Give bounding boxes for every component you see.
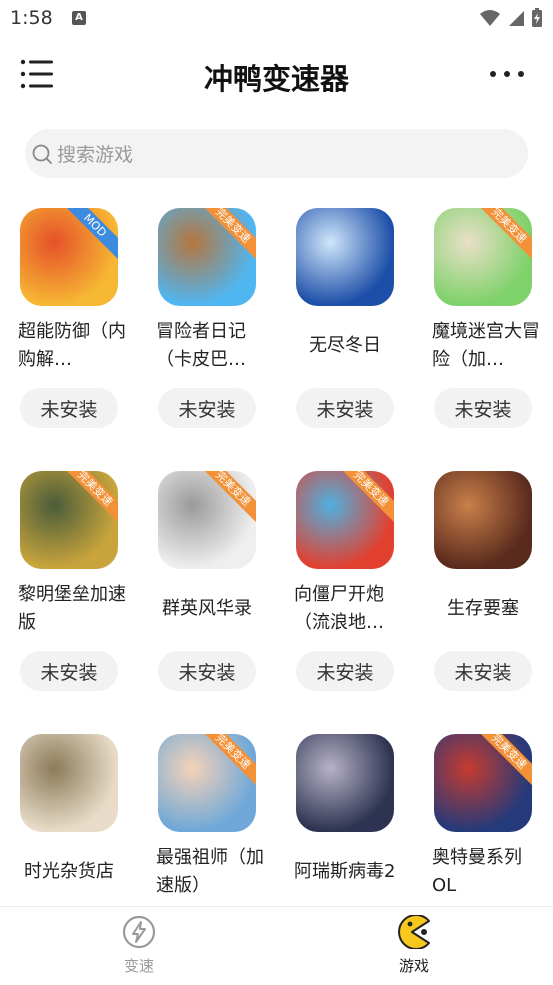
game-icon[interactable]: 完美变速 [296,471,394,569]
notification-icon: A [72,11,86,25]
game-icon[interactable]: 完美变速 [158,208,256,306]
more-options-icon[interactable] [489,64,525,84]
app-bar: 冲鸭变速器 [0,44,553,104]
gamepad-pacman-icon [398,914,430,950]
install-status-button[interactable]: 未安装 [434,388,532,428]
tab-speed-label: 变速 [123,957,154,975]
search-bar[interactable] [25,129,528,180]
game-name-text: 生存要塞 [447,598,519,619]
game-name-text: 冒险者日记（卡皮巴… [156,321,246,370]
lightning-icon [122,915,156,949]
status-icons [479,8,543,28]
game-badge: 完美变速 [471,208,532,263]
game-icon[interactable]: MOD [20,208,118,306]
install-status-button[interactable]: 未安装 [296,388,394,428]
game-name-text: 无尽冬日 [309,335,381,356]
game-badge: 完美变速 [195,734,256,789]
game-badge: 完美变速 [195,471,256,526]
game-icon[interactable]: 完美变速 [434,734,532,832]
bottom-nav: 变速 游戏 [0,906,553,985]
game-icon[interactable] [20,734,118,832]
game-icon[interactable] [296,734,394,832]
game-grid: MOD 超能防御（内购解… 未安装 完美变速 冒险者日记（卡皮巴… 未安装 无尽冬日 未安装完… [0,208,553,906]
install-status-button[interactable]: 未安装 [434,651,532,691]
tab-games[interactable]: 游戏 [369,914,459,976]
battery-icon [532,8,542,27]
game-name-text: 奥特曼系列OL [432,847,522,896]
game-name: 无尽冬日 [284,318,406,374]
install-status-button[interactable]: 未安装 [20,388,118,428]
page-title: 冲鸭变速器 [203,62,349,96]
game-name: 时光杂货店 [8,844,130,900]
game-name: 奥特曼系列OL [432,844,542,900]
game-name: 生存要塞 [422,581,544,637]
game-name-text: 黎明堡垒加速版 [18,584,126,633]
game-name: 最强祖师（加速版） [156,844,266,900]
game-icon[interactable]: 完美变速 [434,208,532,306]
game-name-text: 超能防御（内购解… [18,321,126,370]
status-bar: 1:58 A [0,0,553,36]
game-name-text: 向僵尸开炮（流浪地… [294,584,384,633]
signal-icon [509,11,524,26]
search-icon [32,144,52,164]
search-input[interactable] [55,129,509,180]
game-name: 群英风华录 [146,581,268,637]
game-icon[interactable]: 完美变速 [20,471,118,569]
game-name: 魔境迷宫大冒险（加… [432,318,542,374]
game-name: 黎明堡垒加速版 [18,581,128,637]
game-name: 超能防御（内购解… [18,318,128,374]
game-name: 阿瑞斯病毒2 [294,844,404,900]
game-name-text: 群英风华录 [162,598,252,619]
tab-speed[interactable]: 变速 [94,915,184,976]
game-name-text: 阿瑞斯病毒2 [294,861,396,882]
game-icon[interactable]: 完美变速 [158,734,256,832]
game-name: 向僵尸开炮（流浪地… [294,581,404,637]
wifi-icon [480,10,500,26]
install-status-button[interactable]: 未安装 [20,651,118,691]
status-time: 1:58 [10,7,53,29]
game-badge: 完美变速 [195,208,256,263]
game-icon[interactable]: 完美变速 [158,471,256,569]
install-status-button[interactable]: 未安装 [158,388,256,428]
install-status-button[interactable]: 未安装 [158,651,256,691]
game-icon[interactable] [434,471,532,569]
tab-games-label: 游戏 [398,957,429,975]
game-name: 冒险者日记（卡皮巴… [156,318,266,374]
game-badge: 完美变速 [333,471,394,526]
game-name-text: 时光杂货店 [24,861,114,882]
game-name-text: 最强祖师（加速版） [156,847,264,896]
game-name-text: 魔境迷宫大冒险（加… [432,321,540,370]
game-badge: 完美变速 [471,734,532,789]
game-badge: MOD [57,208,118,263]
game-icon[interactable] [296,208,394,306]
game-badge: 完美变速 [57,471,118,526]
install-status-button[interactable]: 未安装 [296,651,394,691]
